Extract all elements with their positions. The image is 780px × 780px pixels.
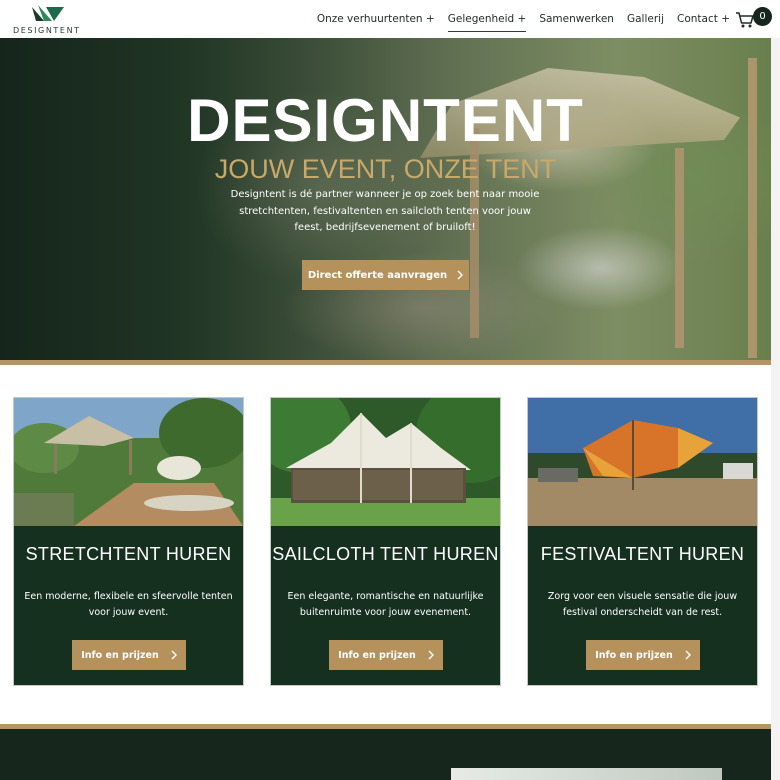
card-description: Een moderne, flexibele en sfeervolle ten… bbox=[24, 591, 233, 618]
hero-description: Designtent is dé partner wanneer je op z… bbox=[230, 189, 540, 233]
tent-logo-icon bbox=[32, 5, 64, 21]
info-prices-label: Info en prijzen bbox=[595, 649, 673, 661]
cart-icon bbox=[736, 12, 754, 28]
cart-count-badge: 0 bbox=[753, 7, 772, 26]
stretchtent-image bbox=[14, 398, 243, 526]
page-scrollbar[interactable] bbox=[771, 38, 780, 780]
info-prices-label: Info en prijzen bbox=[338, 649, 416, 661]
card-title: FESTIVALTENT HUREN bbox=[540, 544, 745, 564]
product-card-stretchtent[interactable]: STRETCHTENT HUREN Een moderne, flexibele… bbox=[13, 397, 244, 686]
festivaltent-image bbox=[528, 398, 757, 526]
site-header: DESIGNTENT Onze verhuurtenten + Gelegenh… bbox=[0, 0, 780, 38]
cart-button[interactable]: 0 bbox=[734, 6, 774, 32]
quote-request-button[interactable]: Direct offerte aanvragen bbox=[302, 260, 469, 290]
product-card-festivaltent[interactable]: FESTIVALTENT HUREN Zorg voor een visuele… bbox=[527, 397, 758, 686]
card-title: SAILCLOTH TENT HUREN bbox=[272, 544, 499, 564]
chevron-right-icon bbox=[457, 270, 464, 280]
nav-item-gallerij[interactable]: Gallerij bbox=[627, 13, 664, 25]
logo-text: DESIGNTENT bbox=[13, 26, 81, 35]
sailcloth-tent-image bbox=[271, 398, 500, 526]
next-section-image bbox=[451, 768, 722, 780]
gold-divider bbox=[0, 360, 771, 365]
chevron-right-icon bbox=[685, 650, 691, 660]
info-prices-button[interactable]: Info en prijzen bbox=[586, 640, 700, 670]
quote-request-label: Direct offerte aanvragen bbox=[307, 269, 448, 281]
info-prices-button[interactable]: Info en prijzen bbox=[72, 640, 186, 670]
nav-item-gelegenheid[interactable]: Gelegenheid + bbox=[447, 13, 526, 32]
product-card-sailcloth[interactable]: SAILCLOTH TENT HUREN Een elegante, roman… bbox=[270, 397, 501, 686]
chevron-right-icon bbox=[171, 650, 177, 660]
card-description: Zorg voor een visuele sensatie die jouw … bbox=[547, 591, 738, 618]
hero-subtitle: JOUW EVENT, ONZE TENT bbox=[214, 154, 557, 184]
nav-item-contact[interactable]: Contact + bbox=[677, 13, 730, 25]
hero-title: DESIGNTENT bbox=[187, 87, 584, 154]
info-prices-button[interactable]: Info en prijzen bbox=[329, 640, 443, 670]
card-title: STRETCHTENT HUREN bbox=[25, 544, 232, 564]
chevron-right-icon bbox=[428, 650, 434, 660]
nav-item-samenwerken[interactable]: Samenwerken bbox=[539, 13, 614, 25]
info-prices-label: Info en prijzen bbox=[81, 649, 159, 661]
main-nav: Onze verhuurtenten + Gelegenheid + Samen… bbox=[317, 0, 730, 38]
nav-item-verhuurtenten[interactable]: Onze verhuurtenten + bbox=[317, 13, 435, 25]
brand-logo[interactable]: DESIGNTENT bbox=[13, 5, 85, 35]
card-description: Een elegante, romantische en natuurlijke… bbox=[287, 591, 484, 618]
hero-banner: DESIGNTENT JOUW EVENT, ONZE TENT Designt… bbox=[0, 38, 771, 360]
